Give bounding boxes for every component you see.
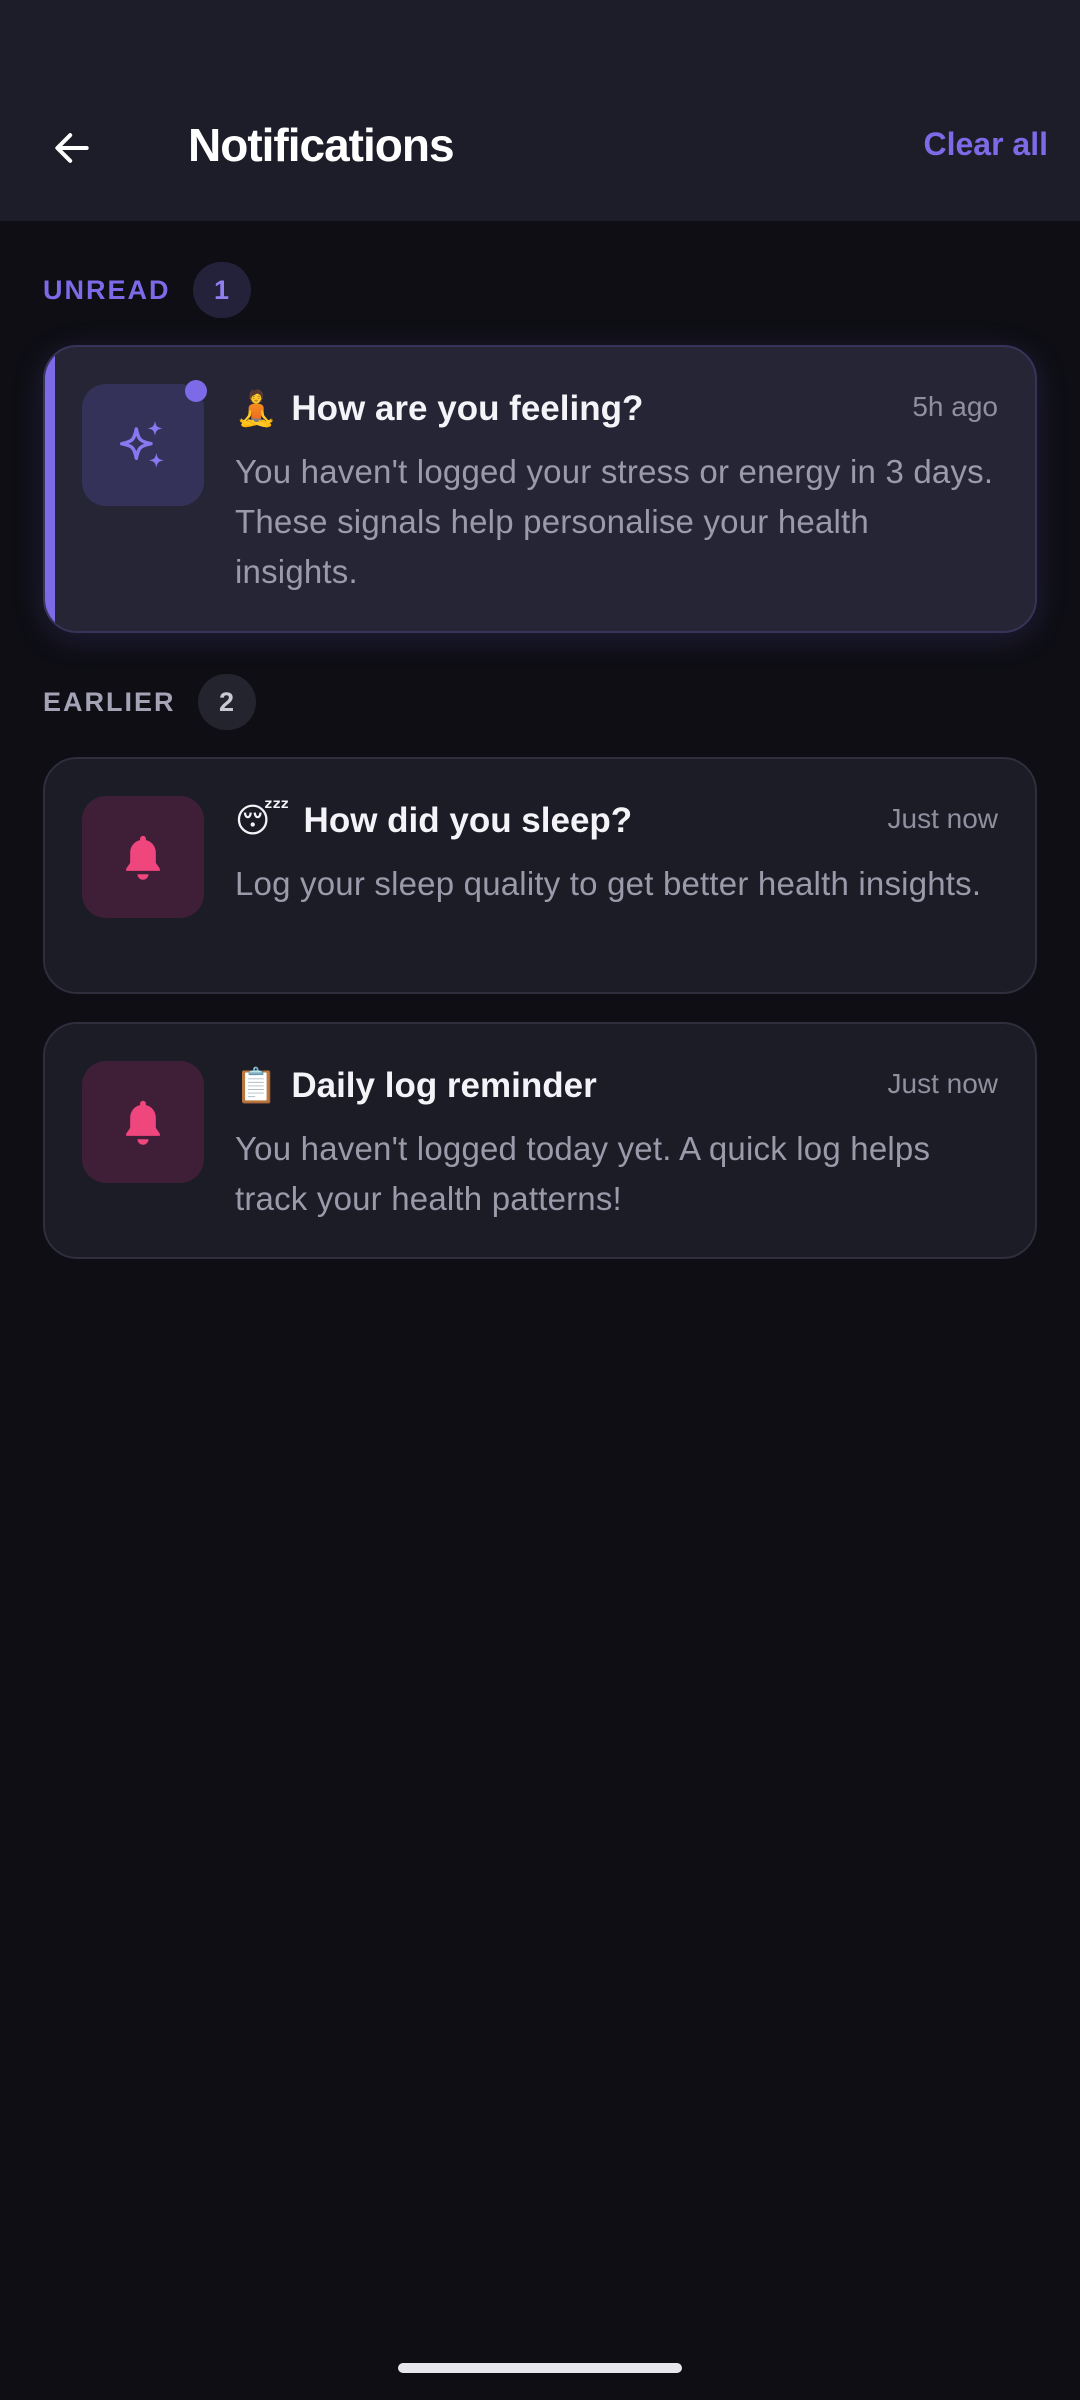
notification-icon-box [82,1061,204,1183]
notification-time: Just now [887,1068,999,1099]
clear-all-button[interactable]: Clear all [923,126,1048,163]
section-label: UNREAD [43,274,171,305]
page-title: Notifications [188,119,455,171]
arrow-left-icon [55,133,89,163]
notification-time: Just now [887,803,999,834]
notification-icon-box [82,384,204,506]
notification-title: Daily log reminder [291,1066,597,1105]
notification-body: Log your sleep quality to get better hea… [235,865,982,902]
notification-title-row: 😴 How did you sleep? [235,801,632,841]
meditation-emoji-icon: 🧘 [235,390,278,428]
notification-icon-box [82,796,204,918]
section-header-unread: UNREAD 1 [43,262,251,318]
notifications-screen: Notifications Clear all UNREAD 1 🧘 How a… [0,0,1080,2400]
section-header-earlier: EARLIER 2 [43,674,256,730]
bell-icon [126,835,160,880]
sparkle-icon [119,421,164,468]
sleeping-emoji-icon: 😴 [235,802,290,840]
notification-card[interactable]: 😴 How did you sleep? Just now Log your s… [43,757,1037,994]
notification-title: How are you feeling? [291,389,644,428]
back-button[interactable] [36,112,108,184]
notification-title-row: 🧘 How are you feeling? [235,389,643,429]
notification-title: How did you sleep? [303,801,633,840]
count-badge: 2 [197,674,256,730]
section-label: EARLIER [43,686,176,717]
home-indicator[interactable] [398,2363,682,2373]
notification-time: 5h ago [912,391,998,422]
app-header: Notifications Clear all [0,0,1080,221]
notification-body: You haven't logged your stress or energy… [235,453,994,590]
count-badge: 1 [192,262,251,318]
notification-title-row: 📋 Daily log reminder [235,1066,597,1106]
clipboard-emoji-icon: 📋 [235,1067,278,1105]
unread-accent-bar [45,347,55,631]
bell-icon [126,1100,160,1145]
notification-card[interactable]: 📋 Daily log reminder Just now You haven'… [43,1022,1037,1259]
notification-card[interactable]: 🧘 How are you feeling? 5h ago You haven'… [43,345,1037,633]
unread-dot [185,380,207,402]
notification-body: You haven't logged today yet. A quick lo… [235,1130,931,1217]
